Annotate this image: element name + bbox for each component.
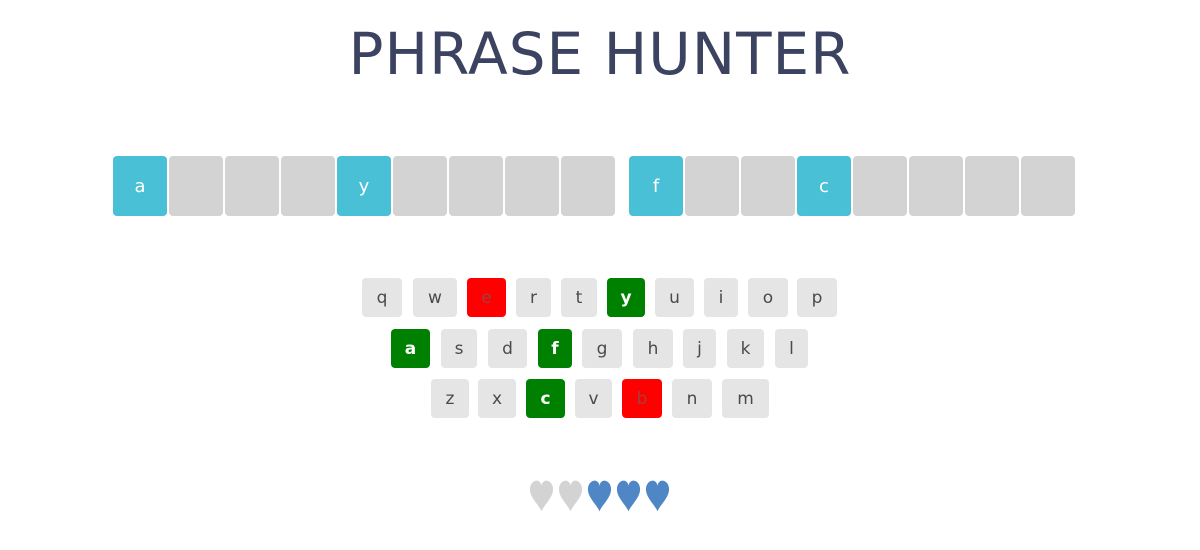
letter-tile-hidden xyxy=(965,156,1019,216)
phrase-word: fc xyxy=(629,156,1075,216)
key-m[interactable]: m xyxy=(722,379,769,418)
letter-tile-revealed: y xyxy=(337,156,391,216)
game-title: PHRASE HUNTER xyxy=(348,20,852,88)
letter-tile-hidden xyxy=(169,156,223,216)
letter-tile-revealed: c xyxy=(797,156,851,216)
heart-icon-lost xyxy=(528,478,555,514)
letter-tile-hidden xyxy=(225,156,279,216)
key-s[interactable]: s xyxy=(441,329,477,368)
key-y[interactable]: y xyxy=(607,278,645,317)
letter-tile-revealed: a xyxy=(113,156,167,216)
heart-icon-lost xyxy=(557,478,584,514)
key-w[interactable]: w xyxy=(413,278,457,317)
letter-tile-hidden xyxy=(685,156,739,216)
key-a[interactable]: a xyxy=(391,329,430,368)
key-p[interactable]: p xyxy=(797,278,837,317)
keyboard-row-3: zxcvbnm xyxy=(0,379,1200,419)
key-o[interactable]: o xyxy=(748,278,788,317)
heart-icon-live xyxy=(644,478,671,514)
letter-tile-revealed: f xyxy=(629,156,683,216)
key-f[interactable]: f xyxy=(538,329,572,368)
letter-tile-hidden xyxy=(449,156,503,216)
heart-icon-live xyxy=(586,478,613,514)
letter-tile-hidden xyxy=(561,156,615,216)
letter-tile-hidden xyxy=(393,156,447,216)
key-z[interactable]: z xyxy=(431,379,469,418)
key-e[interactable]: e xyxy=(467,278,506,317)
key-t[interactable]: t xyxy=(561,278,597,317)
letter-tile-hidden xyxy=(1021,156,1075,216)
phrase-board: ayfc xyxy=(113,156,1075,216)
heart-icon-live xyxy=(615,478,642,514)
key-i[interactable]: i xyxy=(704,278,738,317)
key-d[interactable]: d xyxy=(488,329,527,368)
letter-tile-hidden xyxy=(741,156,795,216)
key-c[interactable]: c xyxy=(526,379,565,418)
key-q[interactable]: q xyxy=(362,278,402,317)
keyboard-row-1: qwertyuiop xyxy=(0,278,1200,318)
key-l[interactable]: l xyxy=(775,329,808,368)
key-r[interactable]: r xyxy=(516,278,551,317)
key-j[interactable]: j xyxy=(683,329,716,368)
key-k[interactable]: k xyxy=(727,329,764,368)
letter-tile-hidden xyxy=(505,156,559,216)
letter-tile-hidden xyxy=(909,156,963,216)
key-x[interactable]: x xyxy=(478,379,516,418)
key-v[interactable]: v xyxy=(575,379,612,418)
lives-display xyxy=(528,478,671,514)
key-b[interactable]: b xyxy=(622,379,662,418)
letter-tile-hidden xyxy=(853,156,907,216)
phrase-word: ay xyxy=(113,156,615,216)
key-h[interactable]: h xyxy=(633,329,673,368)
letter-tile-hidden xyxy=(281,156,335,216)
key-u[interactable]: u xyxy=(655,278,694,317)
key-n[interactable]: n xyxy=(672,379,712,418)
key-g[interactable]: g xyxy=(582,329,622,368)
keyboard-row-2: asdfghjkl xyxy=(0,329,1200,369)
